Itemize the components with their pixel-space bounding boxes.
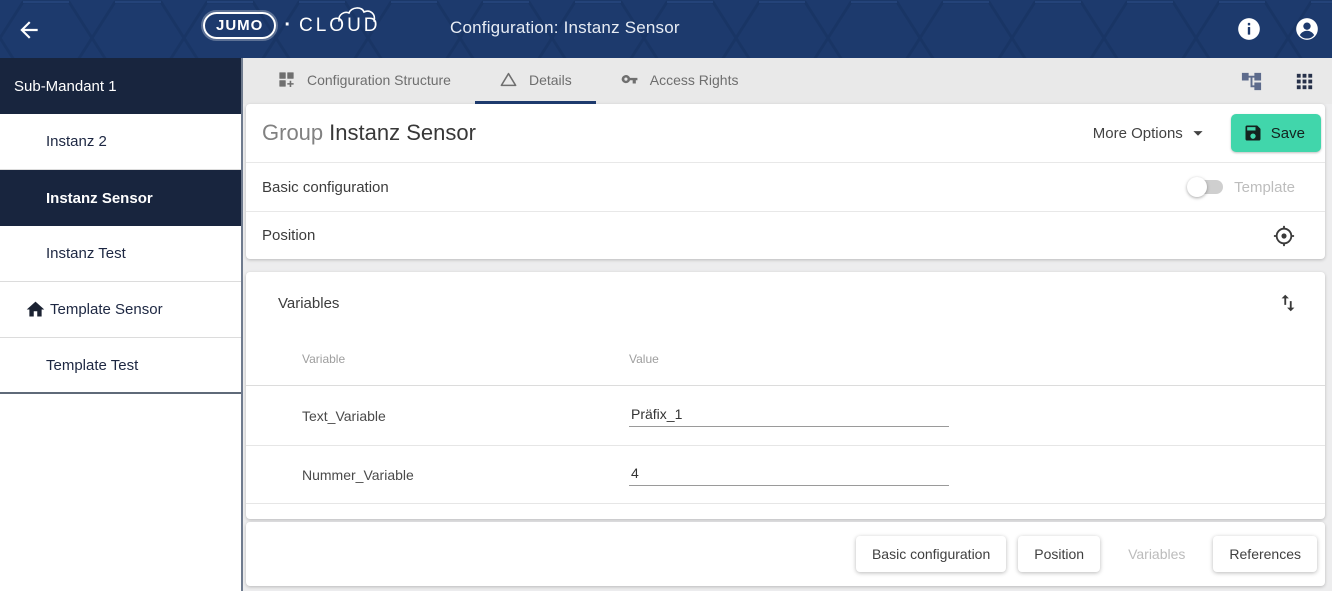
cloud-wordmark: CLOUD	[299, 15, 381, 37]
tab-bar: Configuration Structure Details Access R…	[243, 58, 1332, 104]
position-button[interactable]: Position	[1018, 536, 1100, 572]
sidebar-item-instanz-2[interactable]: Instanz 2	[0, 114, 241, 170]
group-card: GroupInstanz Sensor More Options Save Ba…	[246, 104, 1325, 259]
sidebar-item-template-test[interactable]: Template Test	[0, 338, 241, 394]
basic-configuration-button[interactable]: Basic configuration	[856, 536, 1006, 572]
brand-separator: ·	[284, 14, 291, 37]
key-icon	[620, 70, 639, 89]
apps-grid-icon[interactable]	[1293, 70, 1316, 93]
jumo-cloud-logo: JUMO · CLOUD	[203, 12, 381, 39]
tab-toolbar	[1240, 58, 1332, 104]
basic-configuration-row[interactable]: Basic configuration Template	[246, 163, 1325, 211]
app-header: JUMO · CLOUD Configuration: Instanz Sens…	[0, 0, 1332, 58]
sidebar: Sub-Mandant 1 Instanz 2 Instanz Sensor I…	[0, 58, 243, 591]
variables-card: Variables Variable Value Text_Variable N…	[246, 272, 1325, 519]
group-title-name: Instanz Sensor	[329, 120, 476, 145]
tab-details[interactable]: Details	[475, 58, 596, 104]
app-window: JUMO · CLOUD Configuration: Instanz Sens…	[0, 0, 1332, 591]
text-variable-input[interactable]	[629, 404, 949, 427]
footer-actions: Basic configuration Position Variables R…	[246, 522, 1325, 586]
save-icon	[1243, 123, 1263, 143]
column-header-value: Value	[629, 352, 1325, 368]
more-options-button[interactable]: More Options	[1093, 122, 1209, 144]
position-label: Position	[262, 227, 315, 244]
swap-vert-icon[interactable]	[1277, 292, 1299, 314]
home-icon	[25, 299, 46, 320]
account-tree-icon[interactable]	[1240, 70, 1263, 93]
account-icon[interactable]	[1294, 16, 1320, 42]
variables-header: Variables	[246, 272, 1325, 312]
basic-configuration-label: Basic configuration	[262, 179, 389, 196]
table-row-text-variable: Text_Variable	[246, 386, 1325, 446]
sidebar-root-mandant[interactable]: Sub-Mandant 1	[0, 58, 241, 114]
dashboard-customize-icon	[277, 70, 296, 89]
variable-name: Text_Variable	[246, 408, 629, 424]
references-button[interactable]: References	[1213, 536, 1317, 572]
sidebar-item-instanz-test[interactable]: Instanz Test	[0, 226, 241, 282]
tab-access-rights[interactable]: Access Rights	[596, 58, 763, 104]
variables-title: Variables	[278, 295, 339, 312]
back-button[interactable]	[16, 17, 42, 43]
save-button[interactable]: Save	[1231, 114, 1321, 152]
variables-column-headers: Variable Value	[246, 352, 1325, 368]
variable-name: Nummer_Variable	[246, 467, 629, 483]
info-icon[interactable]	[1236, 16, 1262, 42]
group-title: GroupInstanz Sensor	[262, 120, 476, 146]
back-arrow-icon	[16, 17, 42, 43]
window-title: Configuration: Instanz Sensor	[450, 18, 680, 38]
group-title-prefix: Group	[262, 120, 323, 145]
variables-button: Variables	[1112, 536, 1201, 572]
warning-triangle-icon	[499, 70, 518, 89]
main-content: Configuration Structure Details Access R…	[243, 58, 1332, 591]
position-row[interactable]: Position	[246, 211, 1325, 259]
group-title-row: GroupInstanz Sensor More Options Save	[246, 104, 1325, 163]
cloud-icon	[337, 6, 377, 22]
header-actions	[1236, 16, 1320, 42]
template-toggle[interactable]	[1187, 177, 1223, 197]
my-location-icon[interactable]	[1273, 225, 1295, 247]
jumo-logo: JUMO	[203, 12, 276, 39]
sidebar-item-template-sensor[interactable]: Template Sensor	[0, 282, 241, 338]
chevron-down-icon	[1187, 122, 1209, 144]
column-header-variable: Variable	[246, 352, 629, 368]
tab-configuration-structure[interactable]: Configuration Structure	[253, 58, 475, 104]
sidebar-item-instanz-sensor[interactable]: Instanz Sensor	[0, 170, 241, 226]
template-toggle-group: Template	[1187, 177, 1295, 197]
nummer-variable-input[interactable]	[629, 463, 949, 486]
group-title-actions: More Options Save	[1093, 114, 1321, 152]
template-toggle-label: Template	[1234, 179, 1295, 196]
table-row-nummer-variable: Nummer_Variable	[246, 446, 1325, 504]
